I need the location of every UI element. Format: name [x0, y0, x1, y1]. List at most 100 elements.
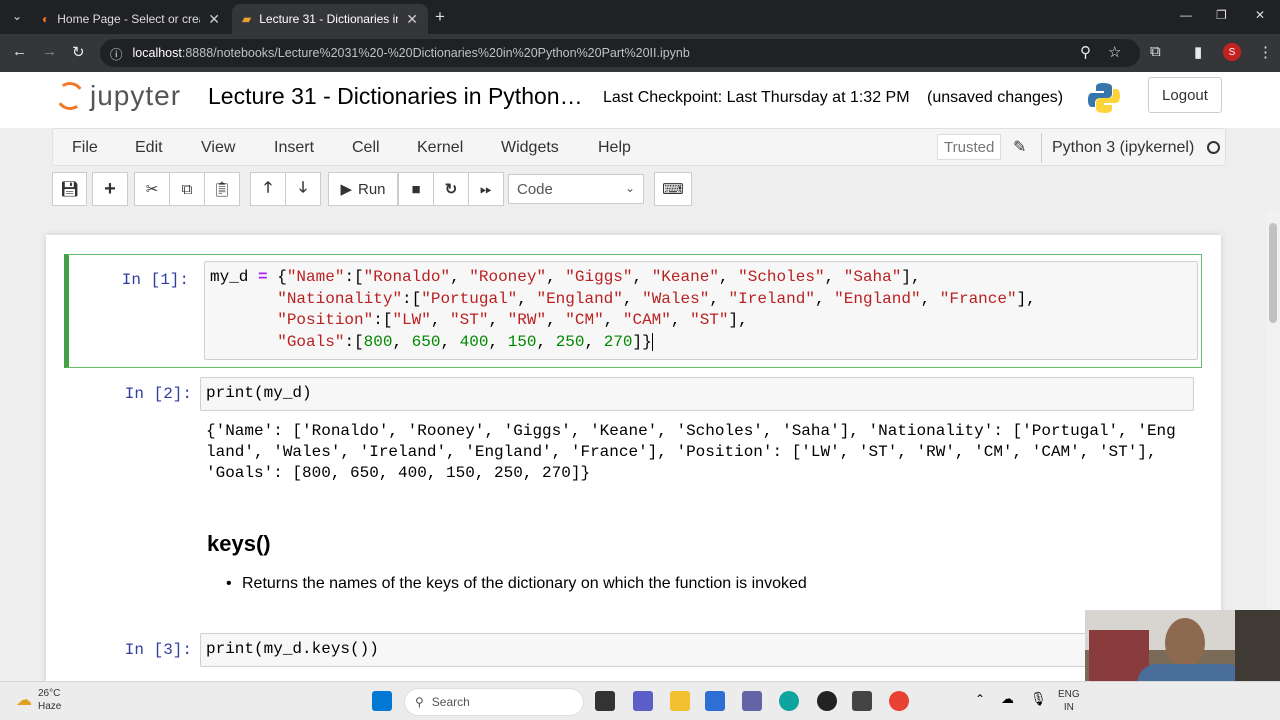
- command-palette-button[interactable]: ⌨: [654, 172, 692, 206]
- browser-address-bar: ← → ↻ ⓘ localhost:8888/notebooks/Lecture…: [0, 34, 1280, 72]
- microphone-icon[interactable]: 🎙︎: [1030, 691, 1047, 707]
- teams-chat-icon[interactable]: [742, 691, 762, 711]
- jupyter-logo[interactable]: jupyter: [53, 79, 182, 113]
- kernel-name: Python 3 (ipykernel): [1041, 133, 1194, 163]
- logo-text: jupyter: [90, 80, 182, 111]
- obs-icon[interactable]: [817, 691, 837, 711]
- url-field[interactable]: ⓘ localhost:8888/notebooks/Lecture%2031%…: [100, 39, 1140, 67]
- close-tab-icon[interactable]: ✕: [406, 11, 418, 28]
- lang-line1: ENG: [1058, 689, 1080, 700]
- minimize-icon[interactable]: —: [1180, 8, 1192, 22]
- move-down-button[interactable]: 🡓: [285, 172, 321, 206]
- cell-output: {'Name': ['Ronaldo', 'Rooney', 'Giggs', …: [206, 422, 1176, 482]
- keyboard-icon: ⌨: [662, 181, 684, 198]
- run-label: Run: [358, 180, 386, 198]
- restart-button[interactable]: ↻: [433, 172, 469, 206]
- interrupt-button[interactable]: ■: [398, 172, 434, 206]
- save-button[interactable]: 💾︎: [52, 172, 87, 206]
- cell-prompt: In [2]:: [124, 385, 192, 403]
- scrollbar-thumb[interactable]: [1269, 223, 1277, 323]
- move-up-button[interactable]: 🡑: [250, 172, 286, 206]
- menu-insert[interactable]: Insert: [274, 139, 314, 157]
- cut-button[interactable]: ✂: [134, 172, 170, 206]
- chevron-down-icon: ⌄: [624, 181, 635, 195]
- taskbar-search[interactable]: ⚲ Search: [404, 688, 584, 716]
- jupyter-favicon-icon: ◐: [42, 12, 50, 26]
- menu-edit[interactable]: Edit: [135, 139, 163, 157]
- browser-tab-home[interactable]: ◐ Home Page - Select or create a ✕: [32, 4, 230, 34]
- code-line: print(my_d): [206, 384, 312, 402]
- close-window-icon[interactable]: ✕: [1255, 8, 1265, 22]
- notebook-favicon-icon: ▰: [242, 12, 252, 26]
- menu-file[interactable]: File: [72, 139, 98, 157]
- lang-line2: IN: [1063, 702, 1074, 713]
- code-cell-selected[interactable]: In [1]: my_d = {"Name":["Ronaldo", "Roon…: [64, 254, 1202, 368]
- menu-kernel[interactable]: Kernel: [417, 139, 463, 157]
- temperature: 26°C: [38, 688, 61, 699]
- kernel-idle-icon: [1207, 141, 1220, 154]
- logout-button[interactable]: Logout: [1148, 77, 1222, 113]
- stop-icon: ■: [411, 180, 421, 198]
- code-editor[interactable]: print(my_d.keys()): [200, 633, 1194, 667]
- chevron-up-icon[interactable]: ⌃: [975, 692, 985, 706]
- copy-icon: ⧉: [181, 180, 193, 198]
- back-icon[interactable]: ←: [12, 43, 27, 60]
- search-label: Search: [431, 695, 470, 709]
- menu-widgets[interactable]: Widgets: [501, 139, 559, 157]
- forward-icon[interactable]: →: [42, 43, 57, 60]
- close-tab-icon[interactable]: ✕: [208, 11, 220, 28]
- restart-run-all-button[interactable]: ⏩︎: [468, 172, 504, 206]
- url-host: localhost: [132, 46, 182, 60]
- jupyter-header: jupyter Lecture 31 - Dictionaries in Pyt…: [0, 72, 1280, 128]
- scissors-icon: ✂: [145, 181, 159, 198]
- menu-cell[interactable]: Cell: [352, 139, 380, 157]
- terminal-icon[interactable]: [852, 691, 872, 711]
- cell-prompt: In [1]:: [121, 271, 189, 289]
- insert-cell-button[interactable]: +: [92, 172, 128, 206]
- save-icon: 💾︎: [59, 181, 80, 198]
- url-path: :8888/notebooks/Lecture%2031%20-%20Dicti…: [181, 46, 690, 60]
- task-view-icon[interactable]: [595, 691, 615, 711]
- tab-search-icon[interactable]: ⌄: [12, 9, 22, 23]
- menu-view[interactable]: View: [201, 139, 235, 157]
- language-indicator[interactable]: ENG IN: [1058, 688, 1080, 714]
- cell-type-select[interactable]: Code ⌄: [508, 174, 644, 204]
- sidepanel-icon[interactable]: ▮: [1194, 43, 1202, 61]
- windows-taskbar: ☁ 26°C Haze ⚲ Search ⌃ ☁ 🎙︎ ENG IN: [0, 681, 1280, 720]
- windows-start-icon[interactable]: [372, 691, 392, 711]
- markdown-heading: keys(): [207, 531, 271, 556]
- store-icon[interactable]: [705, 691, 725, 711]
- code-line: print(my_d.keys()): [206, 640, 379, 658]
- menu-help[interactable]: Help: [598, 139, 631, 157]
- notebook-title[interactable]: Lecture 31 - Dictionaries in Python…: [208, 83, 583, 110]
- browser-tab-lecture[interactable]: ▰ Lecture 31 - Dictionaries in Pyth ✕: [232, 4, 428, 34]
- teams-icon[interactable]: [633, 691, 653, 711]
- bookmark-star-icon[interactable]: ☆: [1108, 43, 1121, 61]
- paste-button[interactable]: 📋︎: [204, 172, 240, 206]
- code-editor[interactable]: my_d = {"Name":["Ronaldo", "Rooney", "Gi…: [204, 261, 1198, 360]
- restore-icon[interactable]: ❐: [1216, 8, 1227, 22]
- code-editor[interactable]: print(my_d): [200, 377, 1194, 411]
- extensions-icon[interactable]: ⧉: [1150, 43, 1161, 60]
- cell-type-value: Code: [517, 180, 553, 198]
- reload-icon[interactable]: ↻: [72, 43, 85, 61]
- weather-widget[interactable]: ☁ 26°C Haze: [16, 687, 61, 713]
- new-tab-icon[interactable]: +: [435, 7, 445, 27]
- plus-icon: +: [104, 177, 116, 200]
- copy-button[interactable]: ⧉: [169, 172, 205, 206]
- play-icon: ▶: [340, 181, 352, 198]
- site-info-icon[interactable]: ⓘ: [110, 44, 123, 63]
- weather-condition: Haze: [38, 701, 62, 712]
- zoom-icon[interactable]: ⚲: [1080, 43, 1091, 61]
- browser-tab-strip: ⌄ ◐ Home Page - Select or create a ✕ ▰ L…: [0, 0, 1280, 34]
- edge-icon[interactable]: [779, 691, 799, 711]
- chrome-icon[interactable]: [889, 691, 909, 711]
- menu-kebab-icon[interactable]: ⋮: [1258, 43, 1273, 61]
- cloud-icon[interactable]: ☁: [1001, 691, 1014, 707]
- trusted-indicator[interactable]: Trusted: [937, 134, 1002, 160]
- profile-avatar[interactable]: S: [1223, 43, 1241, 61]
- bullet-icon: •: [226, 575, 232, 592]
- checkpoint-status: Last Checkpoint: Last Thursday at 1:32 P…: [603, 89, 910, 106]
- file-explorer-icon[interactable]: [670, 691, 690, 711]
- run-button[interactable]: ▶ Run: [328, 172, 398, 206]
